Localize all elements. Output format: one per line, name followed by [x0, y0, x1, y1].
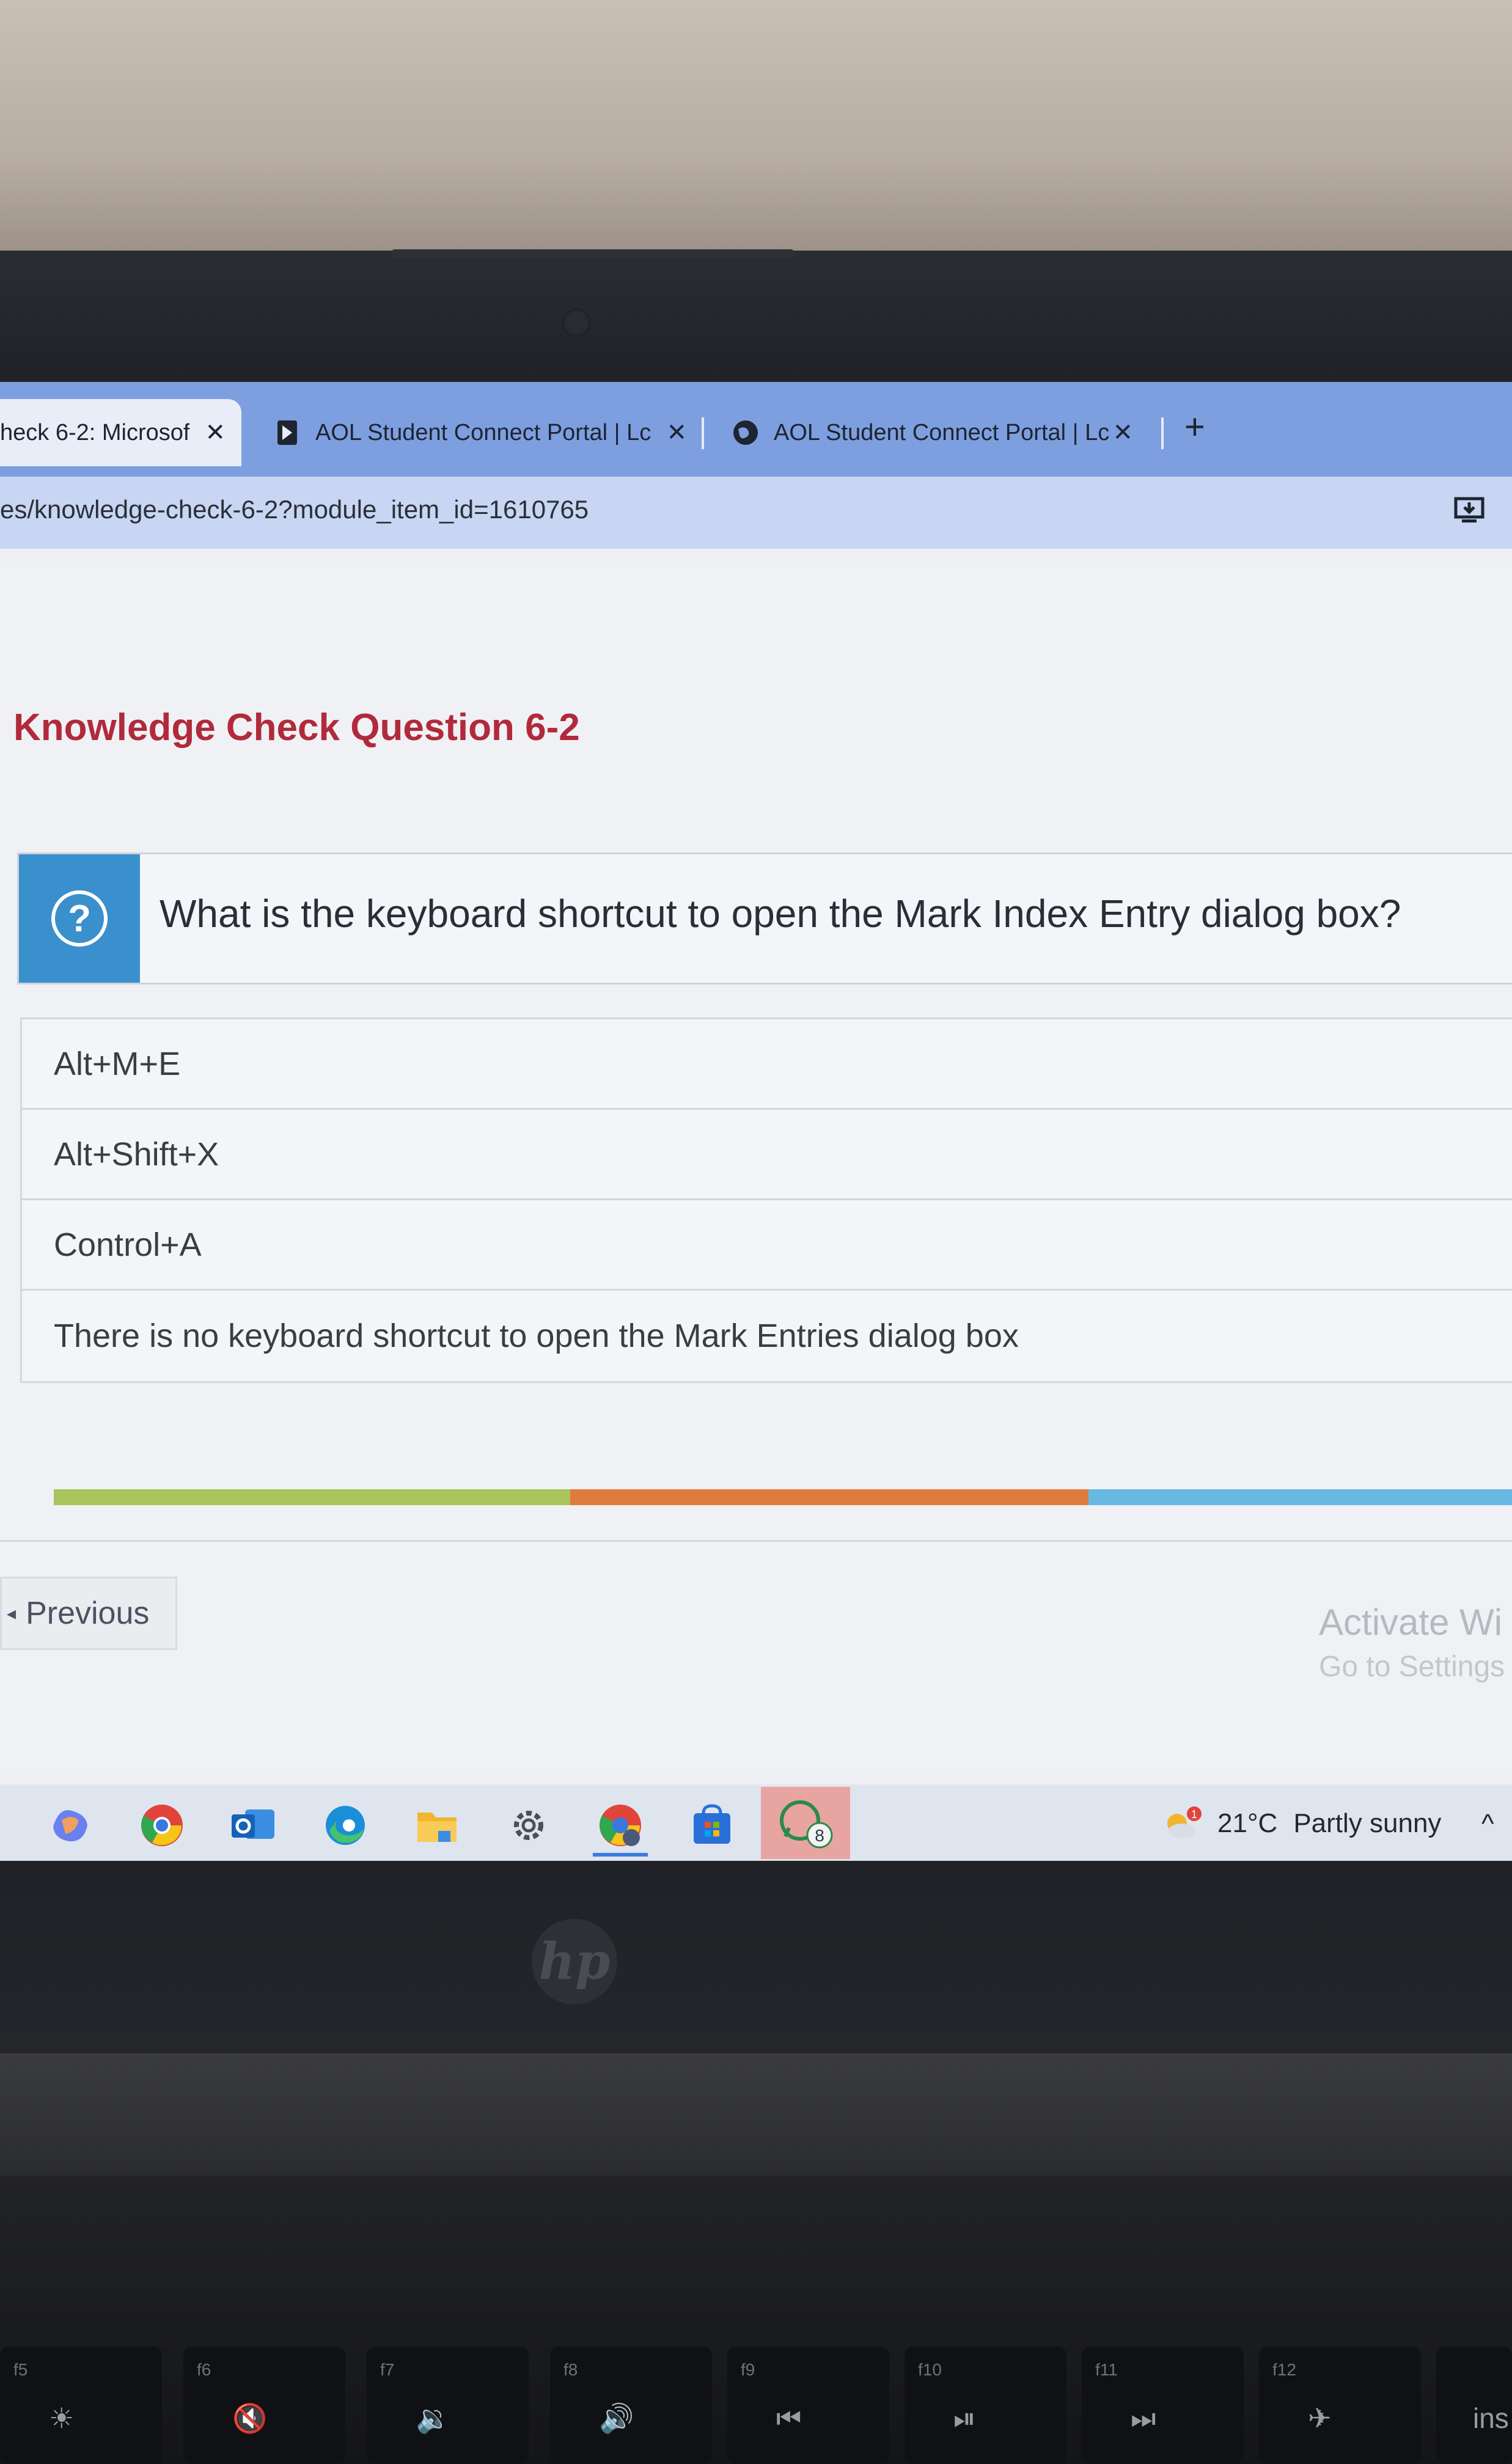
progress-segment — [1088, 1489, 1512, 1505]
url-text[interactable]: es/knowledge-check-6-2?module_item_id=16… — [0, 495, 589, 524]
globe-icon — [732, 419, 759, 446]
chevron-up-icon[interactable]: ^ — [1481, 1809, 1494, 1839]
partly-sunny-icon: 1 — [1161, 1805, 1204, 1842]
answer-option[interactable]: Alt+Shift+X — [22, 1110, 1512, 1200]
store-icon[interactable] — [684, 1798, 739, 1853]
browser-tab-strip: heck 6-2: Microsof ✕ AOL Student Connect… — [0, 382, 1512, 477]
hp-logo: hp — [532, 1919, 617, 2004]
activate-windows-title: Activate Wi — [1319, 1602, 1503, 1643]
file-explorer-icon[interactable] — [409, 1798, 464, 1853]
question-box: ? What is the keyboard shortcut to open … — [17, 853, 1512, 985]
weather-alert-badge: 1 — [1191, 1808, 1197, 1821]
whatsapp-badge: 8 — [815, 1826, 824, 1845]
tab-aol-portal-2[interactable]: AOL Student Connect Portal | Lc ✕ — [721, 399, 1149, 466]
previous-button[interactable]: ◂ Previous — [0, 1577, 177, 1650]
question-icon-panel: ? — [19, 854, 140, 983]
tab-knowledge-check[interactable]: heck 6-2: Microsof ✕ — [0, 399, 241, 466]
copilot-icon[interactable] — [43, 1798, 98, 1853]
laptop-bottom-bezel — [0, 1861, 1512, 2062]
key-insert[interactable]: ins — [1436, 2347, 1512, 2464]
windows-taskbar: 8 1 21°C Partly sunny ^ — [0, 1784, 1512, 1861]
bookmark-icon — [274, 419, 301, 446]
brightness-icon: ☀ — [49, 2402, 75, 2434]
background-wall — [0, 0, 1512, 263]
install-app-icon[interactable] — [1453, 495, 1488, 526]
answer-option[interactable]: There is no keyboard shortcut to open th… — [22, 1291, 1512, 1381]
new-tab-button[interactable]: + — [1184, 406, 1205, 447]
key-f5[interactable]: f5 ☀ — [0, 2347, 162, 2464]
play-pause-icon: ⏯ — [953, 2402, 976, 2434]
progress-segment — [570, 1489, 1088, 1505]
tab-aol-portal-1[interactable]: AOL Student Connect Portal | Lc ✕ — [263, 399, 703, 466]
volume-down-icon: 🔉 — [416, 2402, 451, 2434]
key-f8[interactable]: f8 🔊 — [550, 2347, 712, 2464]
key-f6[interactable]: f6 🔇 — [183, 2347, 345, 2464]
page-title: Knowledge Check Question 6-2 — [13, 706, 580, 749]
laptop-screen: heck 6-2: Microsof ✕ AOL Student Connect… — [0, 382, 1512, 1861]
laptop-hinge — [0, 2053, 1512, 2176]
next-track-icon: ⏭ — [1131, 2402, 1156, 2434]
tab-title: AOL Student Connect Portal | Lc — [315, 419, 651, 446]
key-f7[interactable]: f7 🔉 — [367, 2347, 529, 2464]
volume-up-icon: 🔊 — [599, 2402, 634, 2434]
divider — [0, 1540, 1512, 1542]
answer-option[interactable]: Alt+M+E — [22, 1019, 1512, 1110]
activate-windows-subtitle: Go to Settings — [1319, 1651, 1505, 1683]
laptop-top-bezel — [0, 251, 1512, 391]
chrome-icon[interactable] — [134, 1798, 189, 1853]
progress-bar — [54, 1489, 1512, 1505]
mute-icon: 🔇 — [232, 2402, 268, 2434]
tab-separator — [702, 417, 704, 449]
tab-close-icon[interactable]: ✕ — [666, 419, 687, 447]
tab-title: AOL Student Connect Portal | Lc — [774, 419, 1110, 446]
edge-icon[interactable] — [318, 1798, 373, 1853]
previous-label: Previous — [26, 1596, 150, 1631]
key-f12[interactable]: f12 ✈ — [1259, 2347, 1421, 2464]
page-content: Knowledge Check Question 6-2 ? What is t… — [0, 568, 1512, 1772]
chevron-left-icon: ◂ — [7, 1603, 17, 1624]
outlook-icon[interactable] — [226, 1798, 281, 1853]
progress-segment — [54, 1489, 570, 1505]
temperature: 21°C — [1217, 1808, 1278, 1838]
tab-close-icon[interactable]: ✕ — [1112, 419, 1133, 447]
tab-close-icon[interactable]: ✕ — [205, 419, 226, 447]
bezel-notch — [391, 249, 795, 258]
webcam — [562, 309, 590, 337]
settings-icon[interactable] — [501, 1798, 556, 1853]
answer-option[interactable]: Control+A — [22, 1200, 1512, 1291]
whatsapp-icon[interactable]: 8 — [761, 1787, 850, 1859]
key-f11[interactable]: f11 ⏭ — [1082, 2347, 1244, 2464]
address-bar[interactable]: es/knowledge-check-6-2?module_item_id=16… — [0, 477, 1512, 549]
chrome-profile-icon[interactable] — [593, 1798, 648, 1857]
weather-condition: Partly sunny — [1293, 1808, 1442, 1838]
tab-title: heck 6-2: Microsof — [0, 419, 190, 446]
answer-list: Alt+M+E Alt+Shift+X Control+A There is n… — [20, 1018, 1512, 1383]
tab-separator — [1161, 417, 1164, 449]
previous-track-icon: ⏮ — [776, 2402, 802, 2434]
weather-widget[interactable]: 1 21°C Partly sunny — [1161, 1805, 1441, 1842]
key-f10[interactable]: f10 ⏯ — [905, 2347, 1066, 2464]
question-mark-icon: ? — [51, 890, 108, 947]
question-text: What is the keyboard shortcut to open th… — [160, 892, 1401, 936]
key-f9[interactable]: f9 ⏮ — [727, 2347, 889, 2464]
airplane-icon: ✈ — [1308, 2402, 1332, 2434]
